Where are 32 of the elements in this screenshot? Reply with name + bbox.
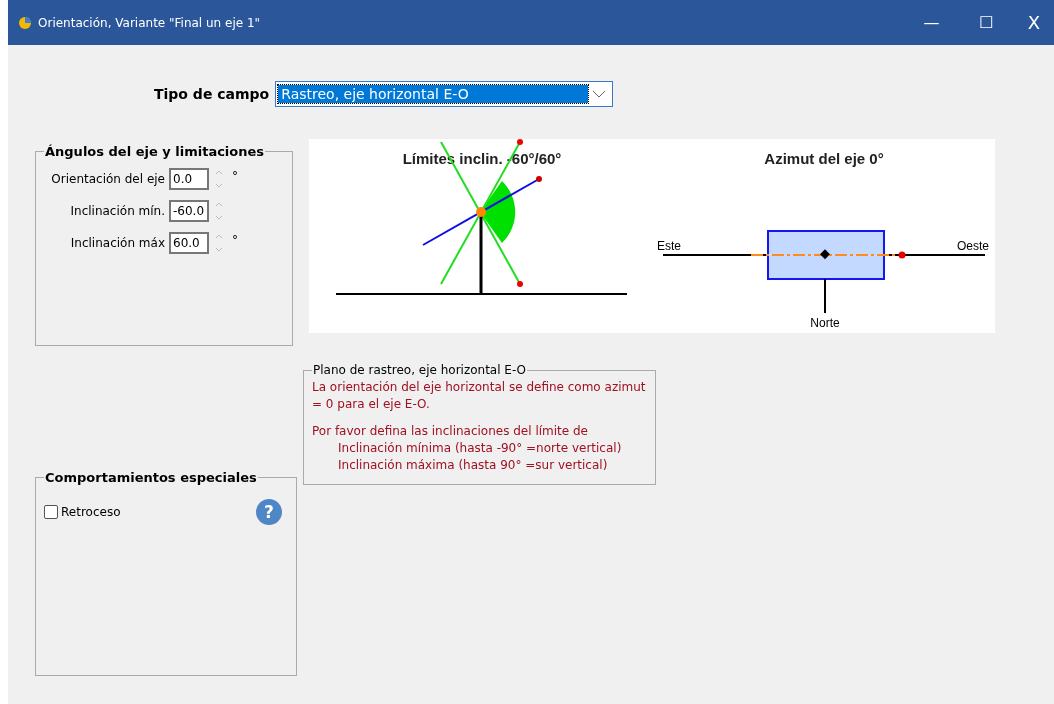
field-label: Inclinación mín. [70,204,165,218]
north-label: Norte [810,316,840,330]
maximize-button[interactable]: ☐ [959,0,1014,45]
field-label: Orientación del eje [51,172,165,186]
field-type-label: Tipo de campo [154,86,270,102]
info-text: Inclinación máxima (hasta 90° =sur vertical) [337,457,609,474]
east-label: Este [657,239,681,253]
group-title: Plano de rastreo, eje horizontal E-O [312,363,528,377]
info-text: Inclinación mínima (hasta -90° =norte vertical) [337,440,623,457]
degree-unit: ° [232,233,238,247]
spinner-icon[interactable] [214,232,224,254]
field-type-dropdown[interactable]: Rastreo, eje horizontal E-O [275,81,614,107]
help-button[interactable]: ? [256,499,282,525]
sun-icon [18,15,32,30]
chevron-down-icon [592,90,607,98]
info-text: Por favor defina las inclinaciones del límite de [312,423,589,440]
close-button[interactable]: X [1014,0,1054,45]
spinner-icon[interactable] [214,168,224,190]
window-title: Orientación, Variante "Final un eje 1" [38,15,261,30]
group-title: Ángulos del eje y limitaciones [44,144,266,159]
west-label: Oeste [957,239,989,253]
degree-unit: ° [232,169,238,183]
number-field[interactable]: -60.0 [169,200,209,222]
retroceso-checkbox[interactable]: Retroceso [44,505,121,519]
group-title: Comportamientos especiales [44,470,258,485]
azimuth-title: Azimut del eje 0° [764,150,884,167]
field-label: Inclinación máx [70,236,165,250]
minimize-button[interactable]: — [904,0,959,45]
info-text: La orientación del eje horizontal se define como azimut = 0 para el eje E-O. [312,379,647,413]
spinner-icon[interactable] [214,200,224,222]
number-field[interactable]: 60.0 [169,232,209,254]
number-field[interactable]: 0.0 [169,168,209,190]
